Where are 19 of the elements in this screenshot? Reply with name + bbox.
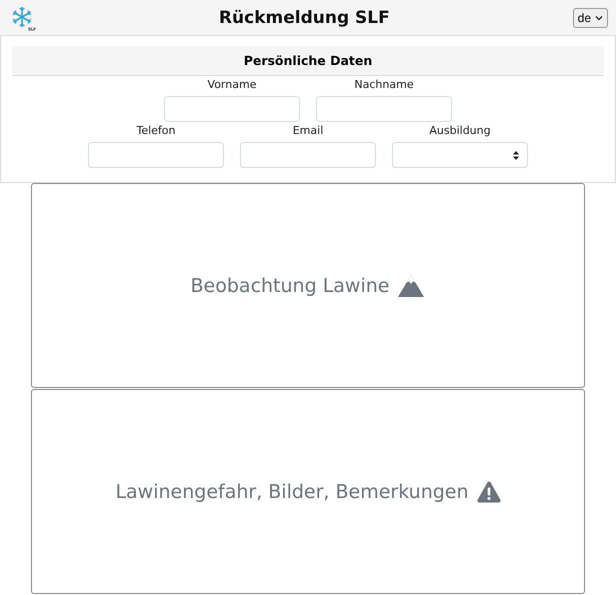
field-label: Nachname bbox=[354, 78, 414, 91]
select-field[interactable] bbox=[392, 142, 528, 168]
language-select[interactable]: de bbox=[572, 8, 608, 28]
field-label: Vorname bbox=[208, 78, 256, 91]
mountain-icon bbox=[397, 274, 426, 298]
section-header: Persönliche Daten bbox=[12, 46, 604, 76]
warning-icon bbox=[476, 480, 501, 504]
input-field[interactable] bbox=[316, 96, 452, 122]
sort-arrows-icon bbox=[513, 150, 519, 160]
page-title: Rückmeldung SLF bbox=[218, 8, 390, 28]
section-button[interactable]: Beobachtung Lawine bbox=[31, 183, 585, 388]
field-label: Ausbildung bbox=[429, 124, 491, 137]
input-field[interactable] bbox=[240, 142, 376, 168]
field-label: Telefon bbox=[136, 124, 176, 137]
field-label: Email bbox=[292, 124, 324, 137]
input-field[interactable] bbox=[88, 142, 224, 168]
section-button[interactable]: Lawinengefahr, Bilder, Bemerkungen bbox=[31, 389, 585, 594]
input-field[interactable] bbox=[164, 96, 300, 122]
caret-icon bbox=[595, 14, 603, 20]
